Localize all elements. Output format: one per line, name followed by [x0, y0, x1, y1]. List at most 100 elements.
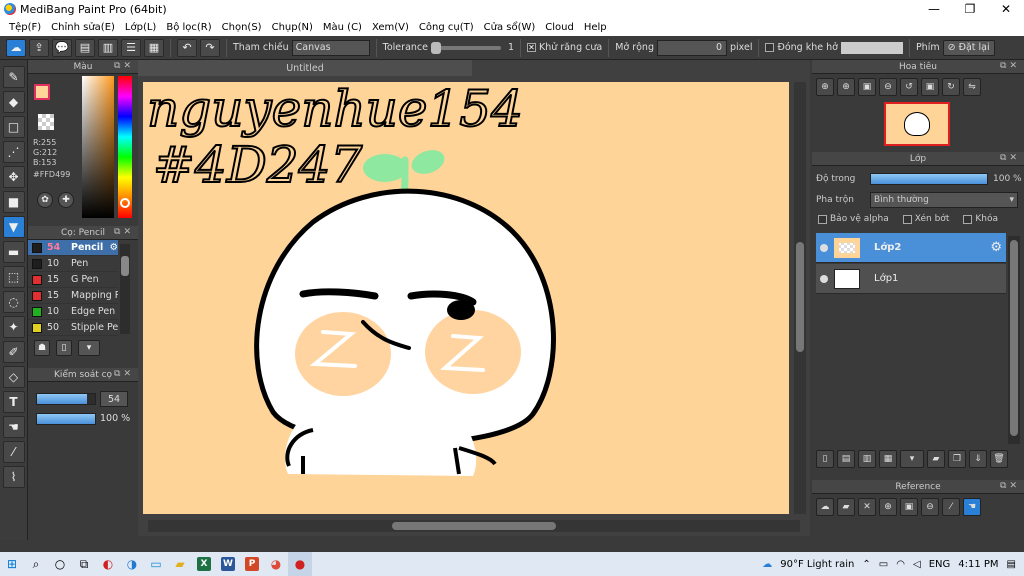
magic-wand-tool-icon[interactable]: ✦: [2, 316, 25, 338]
delete-layer-icon[interactable]: 🗑: [990, 450, 1008, 468]
lasso-tool-icon[interactable]: ◌: [2, 291, 25, 313]
gradient-tool-icon[interactable]: ▬: [2, 241, 25, 263]
transparent-color-swatch[interactable]: [38, 114, 54, 130]
monitor-icon[interactable]: ▭: [144, 552, 168, 576]
menu-window[interactable]: Cửa sổ(W): [479, 22, 541, 33]
eraser-tool-icon[interactable]: ◆: [2, 91, 25, 113]
brush-item[interactable]: 10 Pen: [28, 256, 118, 272]
dropper-tool-icon[interactable]: ⌇: [2, 466, 25, 488]
lock-option[interactable]: Khóa: [963, 214, 998, 224]
brush-item[interactable]: 15 G Pen: [28, 272, 118, 288]
canvas-vertical-scrollbar[interactable]: [794, 82, 806, 514]
share-icon[interactable]: ⇪: [29, 38, 49, 57]
menu-layer[interactable]: Lớp(L): [120, 22, 161, 33]
brush-item[interactable]: 15 Mapping P: [28, 288, 118, 304]
rotate-right-icon[interactable]: ↻: [942, 78, 960, 96]
close-icon[interactable]: ✕: [858, 498, 876, 516]
layer-opacity-slider[interactable]: [870, 173, 988, 185]
cortana-icon[interactable]: ○: [48, 552, 72, 576]
fit-window-icon[interactable]: ▣: [921, 78, 939, 96]
duplicate-layer-icon[interactable]: ❐: [948, 450, 966, 468]
brush-size-slider[interactable]: [36, 393, 96, 405]
menu-view[interactable]: Xem(V): [367, 22, 414, 33]
close-gap-slider[interactable]: [840, 41, 903, 54]
app-red-icon[interactable]: ◐: [96, 552, 120, 576]
menu-color[interactable]: Màu (C): [318, 22, 367, 33]
comment-icon[interactable]: ▤: [75, 38, 95, 57]
panel-controls-icon[interactable]: ⧉✕: [1000, 153, 1020, 163]
zoom-out-icon[interactable]: ⊖: [879, 78, 897, 96]
protect-alpha-option[interactable]: Bảo vệ alpha: [818, 214, 889, 224]
document-tab[interactable]: Untitled: [138, 60, 472, 76]
layer-row-2[interactable]: Lớp2 ⚙: [816, 233, 1006, 263]
undo-icon[interactable]: ↶: [177, 38, 197, 57]
fill-rect-tool-icon[interactable]: ■: [2, 191, 25, 213]
rectangle-tool-icon[interactable]: □: [2, 116, 25, 138]
notification-icon[interactable]: ▤: [1007, 559, 1016, 570]
menu-filter[interactable]: Bộ lọc(R): [161, 22, 216, 33]
menu-edit[interactable]: Chỉnh sửa(E): [46, 22, 120, 33]
menu-tools[interactable]: Công cụ(T): [414, 22, 479, 33]
brush-tool-icon[interactable]: ✎: [2, 66, 25, 88]
close-gap-checkbox[interactable]: [765, 43, 775, 52]
hue-slider[interactable]: [118, 76, 132, 218]
maximize-button[interactable]: ❐: [952, 0, 988, 18]
reset-button[interactable]: ⊘ Đặt lại: [942, 39, 995, 56]
brush-item[interactable]: 54 Pencil ⚙: [28, 240, 118, 256]
gear-icon[interactable]: ⚙: [109, 242, 118, 253]
select-pen-tool-icon[interactable]: ✐: [2, 341, 25, 363]
minimize-button[interactable]: —: [916, 0, 952, 18]
folder-icon[interactable]: ▰: [927, 450, 945, 468]
reference-select[interactable]: Canvas: [291, 39, 370, 56]
zoom-in-icon[interactable]: ⊕: [837, 78, 855, 96]
zoom-in-icon[interactable]: ⊕: [879, 498, 897, 516]
file-explorer-icon[interactable]: ▰: [168, 552, 192, 576]
layer-list-scrollbar[interactable]: [1008, 236, 1020, 444]
speech-bubble-icon[interactable]: 💬: [52, 38, 72, 57]
search-icon[interactable]: ⌕: [24, 552, 48, 576]
saturation-field[interactable]: [82, 76, 114, 218]
visibility-icon[interactable]: [820, 243, 828, 252]
excel-icon[interactable]: X: [192, 552, 216, 576]
panel-controls-icon[interactable]: ⧉✕: [114, 227, 134, 237]
menu-file[interactable]: Tệp(F): [4, 22, 46, 33]
add-brush-icon[interactable]: ☗: [34, 340, 50, 356]
powerpoint-icon[interactable]: P: [240, 552, 264, 576]
actual-size-icon[interactable]: ▣: [858, 78, 876, 96]
menu-cloud[interactable]: Cloud: [540, 22, 579, 33]
page-list-icon[interactable]: ☰: [121, 38, 141, 57]
cloud-icon[interactable]: ☁: [816, 498, 834, 516]
panel-layout-icon[interactable]: ▦: [144, 38, 164, 57]
clock[interactable]: 4:11 PM: [958, 559, 998, 570]
hand-tool-icon[interactable]: ☚: [2, 416, 25, 438]
language-indicator[interactable]: ENG: [929, 559, 951, 570]
new-brush-icon[interactable]: ▯: [56, 340, 72, 356]
panel-controls-icon[interactable]: ⧉✕: [114, 369, 134, 379]
add-layer-menu-icon[interactable]: ▾: [900, 450, 924, 468]
zoom-fit-icon[interactable]: ⊕: [816, 78, 834, 96]
palette-add-icon[interactable]: ✚: [58, 192, 74, 208]
chrome-icon[interactable]: ◕: [264, 552, 288, 576]
antialias-checkbox[interactable]: ✕: [527, 43, 537, 52]
palette-icon[interactable]: ✿: [37, 192, 53, 208]
zoom-out-icon[interactable]: ⊖: [921, 498, 939, 516]
redo-icon[interactable]: ↷: [200, 38, 220, 57]
fit-icon[interactable]: ▣: [900, 498, 918, 516]
new-layer-icon[interactable]: ▯: [816, 450, 834, 468]
panel-controls-icon[interactable]: ⧉✕: [114, 61, 134, 71]
new-1bit-layer-icon[interactable]: ▦: [879, 450, 897, 468]
open-file-icon[interactable]: ▰: [837, 498, 855, 516]
merge-layer-icon[interactable]: ⇓: [969, 450, 987, 468]
weather-text[interactable]: 90°F Light rain: [780, 559, 854, 570]
battery-icon[interactable]: ▭: [879, 559, 888, 570]
eyedropper-tool-icon[interactable]: ⁄: [2, 441, 25, 463]
menu-select[interactable]: Chọn(S): [217, 22, 267, 33]
select-rect-tool-icon[interactable]: ⬚: [2, 266, 25, 288]
gear-icon[interactable]: ⚙: [990, 240, 1006, 255]
new-halftone-layer-icon[interactable]: ▤: [837, 450, 855, 468]
edge-icon[interactable]: ◑: [120, 552, 144, 576]
page-icon[interactable]: ▥: [98, 38, 118, 57]
drawing-canvas[interactable]: nguyenhue154 #4D247: [143, 82, 789, 514]
show-hidden-icon[interactable]: ⌃: [862, 559, 870, 570]
brush-list-scrollbar[interactable]: [120, 244, 130, 334]
